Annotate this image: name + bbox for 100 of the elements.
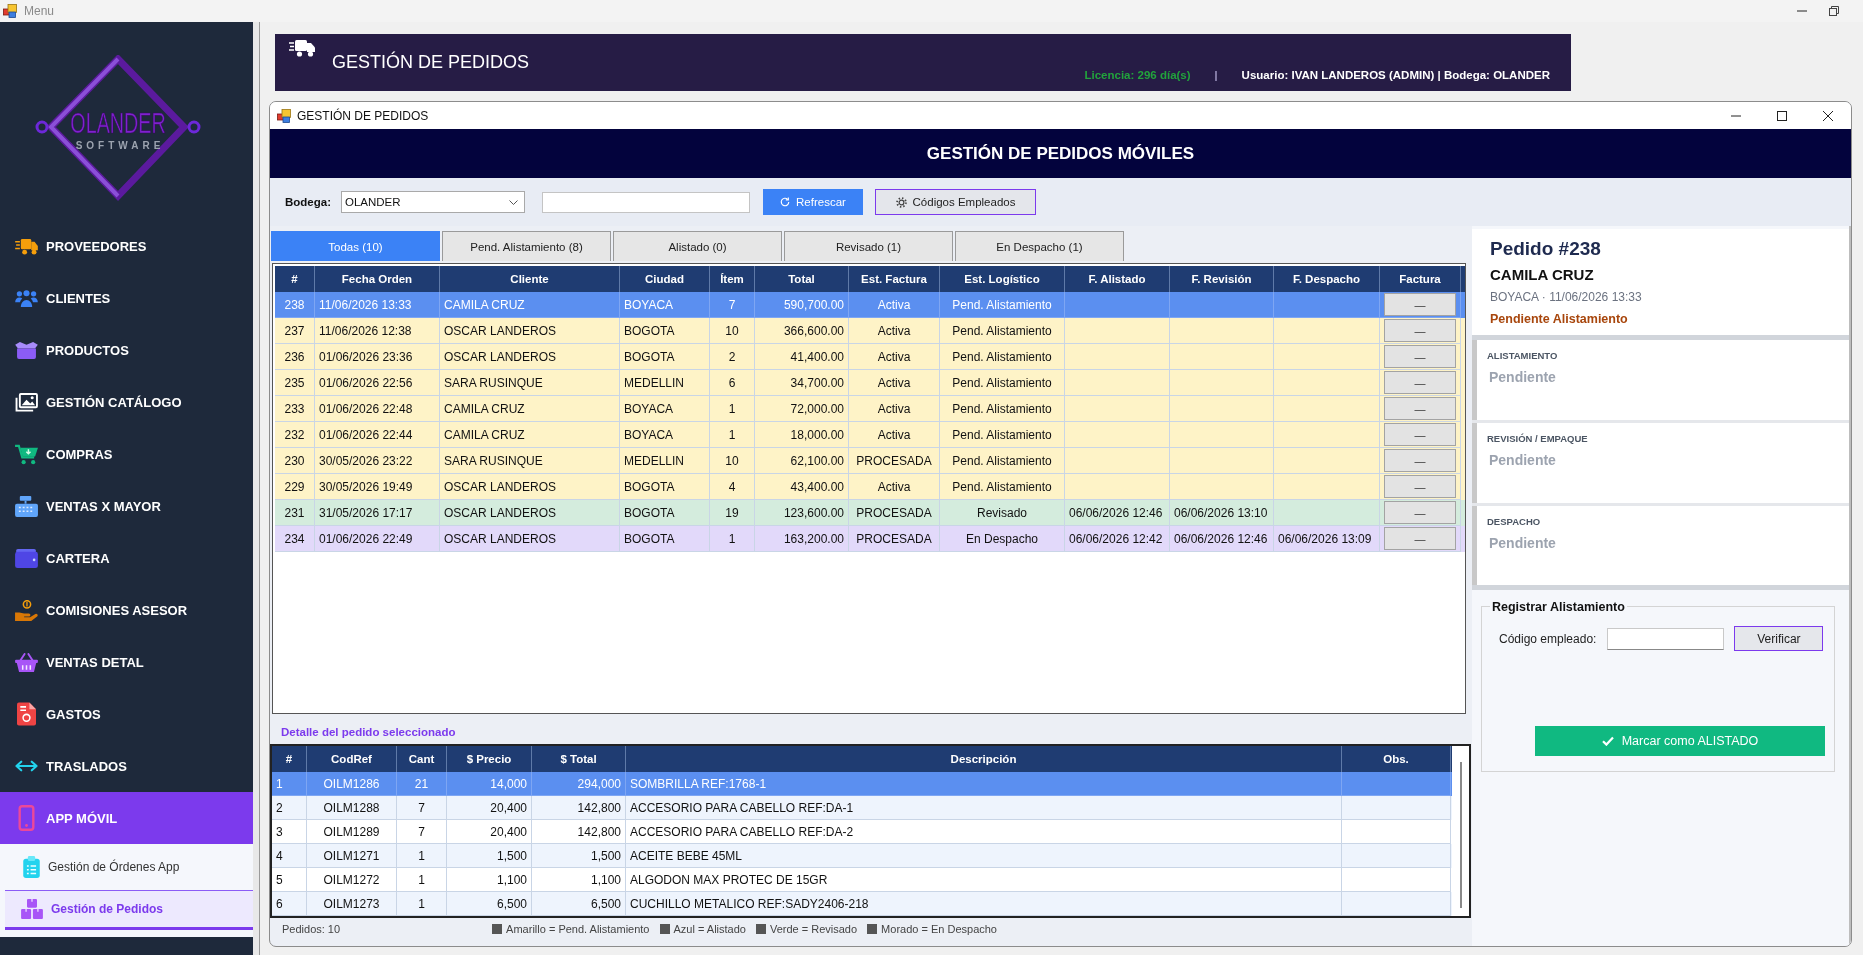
warehouse-dropdown[interactable]: OLANDER xyxy=(341,191,525,213)
order-row[interactable]: 233 01/06/2026 22:48 CAMILA CRUZ BOYACA 1 72,000.00 Activa Pend. Alistamiento — xyxy=(275,396,1465,422)
table-cell: 2 xyxy=(272,796,307,820)
order-row[interactable]: 235 01/06/2026 22:56 SARA RUSINQUE MEDELLIN 6 34,700.00 Activa Pend. Alistamiento — xyxy=(275,370,1465,396)
close-icon[interactable] xyxy=(1823,110,1833,121)
sidebar-subitem[interactable]: Gestión de Pedidos xyxy=(5,890,253,930)
filter-tab[interactable]: Pend. Alistamiento (8) xyxy=(442,231,611,261)
license-text: Licencia: 296 día(s) xyxy=(1084,69,1191,81)
table-cell: 1,500 xyxy=(532,844,626,868)
invoice-button[interactable]: — xyxy=(1384,397,1456,420)
table-cell: PROCESADA xyxy=(849,526,940,552)
sidebar-item[interactable]: VENTAS X MAYOR xyxy=(0,480,253,532)
filter-tab[interactable]: Revisado (1) xyxy=(784,231,953,261)
invoice-button[interactable]: — xyxy=(1384,501,1456,524)
invoice-button[interactable]: — xyxy=(1384,345,1456,368)
sidebar-item[interactable]: PRODUCTOS xyxy=(0,324,253,376)
table-cell: 6,500 xyxy=(447,892,532,916)
employee-codes-button[interactable]: Códigos Empleados xyxy=(875,189,1036,215)
invoice-button[interactable]: — xyxy=(1384,371,1456,394)
check-icon xyxy=(1601,736,1614,746)
table-cell: 01/06/2026 22:49 xyxy=(315,526,440,552)
people-icon xyxy=(15,289,38,307)
order-row[interactable]: 231 31/05/2026 17:17 OSCAR LANDEROS BOGOTA 19 123,600.00 PROCESADA Revisado 06/06/2026 12:46 06/06/2026 13:10 — xyxy=(275,500,1465,526)
truck-icon xyxy=(289,39,315,57)
sidebar-item[interactable]: TRASLADOS xyxy=(0,740,253,792)
invoice-button[interactable]: — xyxy=(1384,319,1456,342)
employee-code-field[interactable] xyxy=(1607,627,1725,650)
invoice-button[interactable]: — xyxy=(1384,475,1456,498)
field-label: Código empleado: xyxy=(1499,631,1597,646)
sidebar-item[interactable]: CARTERA xyxy=(0,532,253,584)
box-icon xyxy=(15,341,38,359)
window-title: Menu xyxy=(24,4,55,18)
refresh-button[interactable]: Refrescar xyxy=(763,189,863,215)
verify-button[interactable]: Verificar xyxy=(1734,626,1824,651)
table-cell: BOGOTA xyxy=(620,526,710,552)
order-row[interactable]: 232 01/06/2026 22:44 CAMILA CRUZ BOYACA 1 18,000.00 Activa Pend. Alistamiento — xyxy=(275,422,1465,448)
banner-title: GESTIÓN DE PEDIDOS MÓVILES xyxy=(926,143,1195,164)
sidebar-item[interactable]: VENTAS DETAL xyxy=(0,636,253,688)
maximize-icon[interactable] xyxy=(1777,110,1787,121)
invoice-icon xyxy=(17,702,36,726)
basket-icon xyxy=(15,652,38,672)
sidebar-item[interactable]: APP MÓVIL xyxy=(0,792,253,844)
restore-icon[interactable] xyxy=(1829,6,1839,16)
order-row[interactable]: 238 11/06/2026 13:33 CAMILA CRUZ BOYACA 7 590,700.00 Activa Pend. Alistamiento — xyxy=(275,292,1465,318)
table-cell: 163,200.00 xyxy=(755,526,849,552)
order-row[interactable]: 234 01/06/2026 22:49 OSCAR LANDEROS BOGOTA 1 163,200.00 PROCESADA En Despacho 06/06/2026 12:42 06/06/2026 12:46 06/06/2026 13:09 — xyxy=(275,526,1465,552)
order-title: Pedido #238 xyxy=(1490,238,1601,260)
order-row[interactable]: 229 30/05/2026 19:49 OSCAR LANDEROS BOGOTA 4 43,400.00 Activa Pend. Alistamiento — xyxy=(275,474,1465,500)
cash-register-icon xyxy=(15,495,38,517)
wallet-icon xyxy=(15,548,38,568)
table-cell: 6 xyxy=(272,892,307,916)
scrollbar-thumb[interactable] xyxy=(1459,762,1462,908)
stage-label: ALISTAMIENTO xyxy=(1487,350,1558,362)
filter-tab[interactable]: Todas (10) xyxy=(271,231,440,261)
detail-row[interactable]: 2 OILM1288 7 20,400 142,800 ACCESORIO PARA CABELLO REF:DA-1 xyxy=(272,796,1452,820)
sidebar-item[interactable]: COMPRAS xyxy=(0,428,253,480)
order-row[interactable]: 237 11/06/2026 12:38 OSCAR LANDEROS BOGOTA 10 366,600.00 Activa Pend. Alistamiento — xyxy=(275,318,1465,344)
detail-row[interactable]: 6 OILM1273 1 6,500 6,500 CUCHILLO METALICO REF:SADY2406-218 xyxy=(272,892,1452,916)
legend-swatch-icon xyxy=(755,924,766,934)
table-cell: 20,400 xyxy=(447,796,532,820)
double-arrow-icon xyxy=(15,760,38,772)
filter-tab[interactable]: En Despacho (1) xyxy=(955,231,1124,261)
header-title: GESTIÓN DE PEDIDOS xyxy=(332,52,530,73)
table-cell: 06/06/2026 13:09 xyxy=(1274,526,1380,552)
stage-status: Pendiente xyxy=(1488,451,1556,469)
stage-status: Pendiente xyxy=(1488,368,1556,386)
legend-swatch-icon xyxy=(659,924,670,934)
detail-row[interactable]: 4 OILM1271 1 1,500 1,500 ACEITE BEBE 45ML xyxy=(272,844,1452,868)
table-cell: OSCAR LANDEROS xyxy=(440,526,620,552)
minimize-icon[interactable] xyxy=(1731,114,1741,117)
table-cell: 234 xyxy=(275,526,315,552)
stage-status: Pendiente xyxy=(1488,534,1556,552)
logo-tagline: SOFTWARE xyxy=(75,140,165,151)
invoice-button[interactable]: — xyxy=(1384,449,1456,472)
invoice-button[interactable]: — xyxy=(1384,423,1456,446)
invoice-button[interactable]: — xyxy=(1384,293,1456,316)
sidebar-item[interactable]: PROVEEDORES xyxy=(0,220,253,272)
app-icon xyxy=(3,4,17,18)
phone-icon xyxy=(18,805,35,831)
table-cell: 1 xyxy=(710,526,755,552)
sidebar-subitem[interactable]: Gestión de Órdenes App xyxy=(0,844,253,890)
table-cell: CUCHILLO METALICO REF:SADY2406-218 xyxy=(626,892,1342,916)
legend-label: Verde = Revisado xyxy=(769,923,858,935)
hand-coin-icon xyxy=(15,599,38,621)
table-cell: ACCESORIO PARA CABELLO REF:DA-1 xyxy=(626,796,1342,820)
filter-tab[interactable]: Alistado (0) xyxy=(613,231,782,261)
order-row[interactable]: 236 01/06/2026 23:36 OSCAR LANDEROS BOGOTA 2 41,400.00 Activa Pend. Alistamiento — xyxy=(275,344,1465,370)
table-cell: OILM1273 xyxy=(307,892,397,916)
window-title: GESTIÓN DE PEDIDOS xyxy=(297,108,429,123)
cart-icon xyxy=(15,443,38,465)
sidebar-item[interactable]: CLIENTES xyxy=(0,272,253,324)
table-cell: 06/06/2026 12:42 xyxy=(1065,526,1170,552)
sidebar-item[interactable]: GESTIÓN CATÁLOGO xyxy=(0,376,253,428)
invoice-button[interactable]: — xyxy=(1384,527,1456,550)
order-row[interactable]: 230 30/05/2026 23:22 SARA RUSINQUE MEDELLIN 10 62,100.00 PROCESADA Pend. Alistamiento — xyxy=(275,448,1465,474)
sidebar-item[interactable]: GASTOS xyxy=(0,688,253,740)
search-field[interactable] xyxy=(542,191,750,213)
sidebar-item[interactable]: COMISIONES ASESOR xyxy=(0,584,253,636)
stage-label: REVISIÓN / EMPAQUE xyxy=(1487,433,1588,445)
app-icon xyxy=(277,108,291,123)
